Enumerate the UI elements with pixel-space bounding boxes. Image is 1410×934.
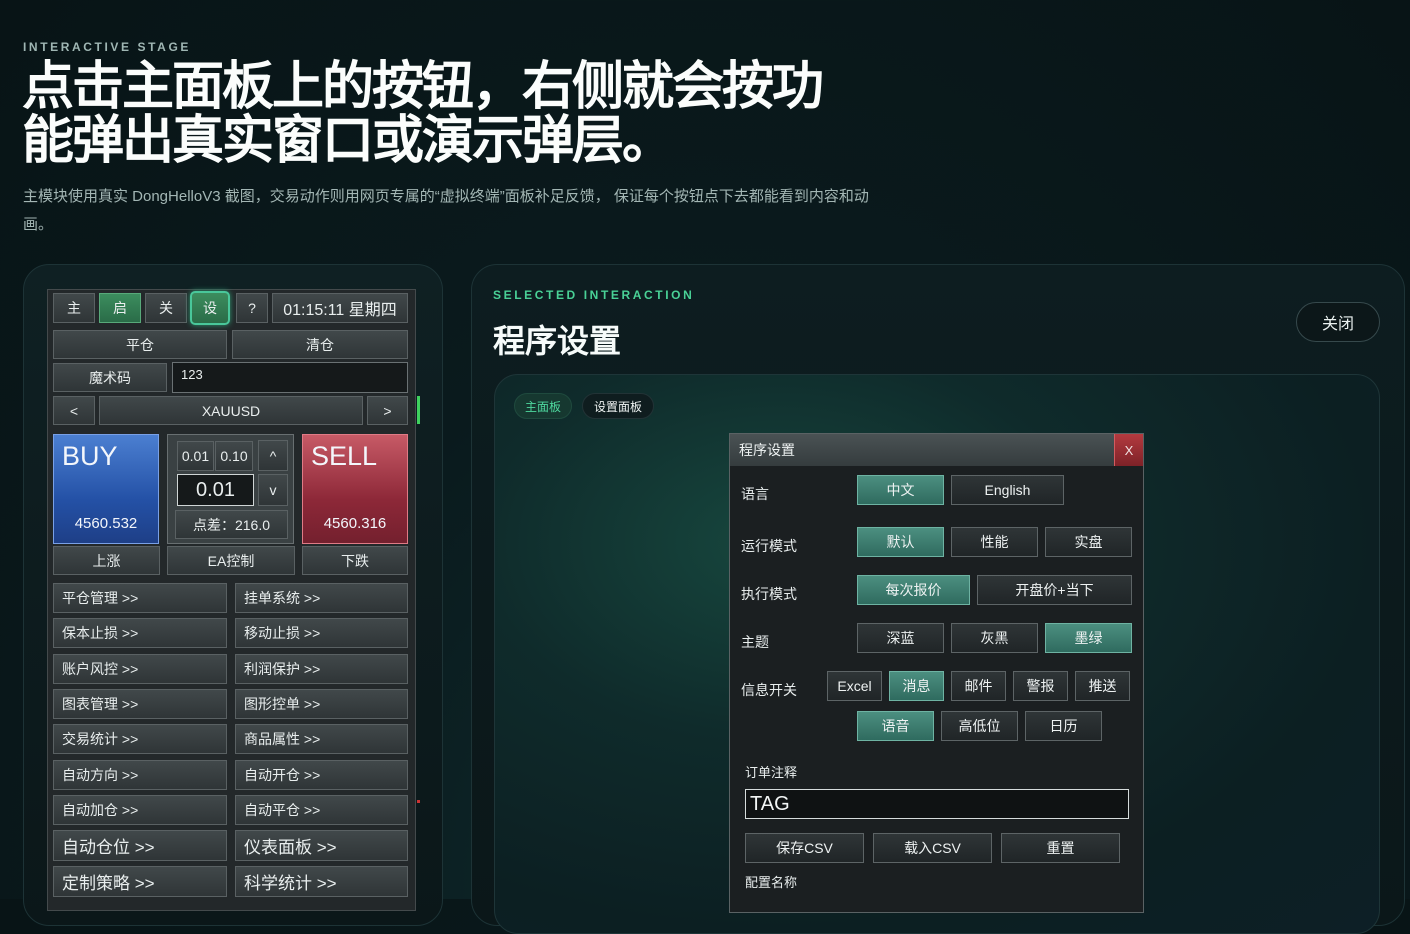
config-name-label: 配置名称 bbox=[745, 875, 798, 890]
order-comment-label: 订单注释 bbox=[745, 765, 798, 780]
lot-preset-medium[interactable]: 0.10 bbox=[215, 441, 253, 471]
menu-custom-strategy[interactable]: 定制策略 >> bbox=[53, 866, 227, 897]
symbol-display: XAUUSD bbox=[99, 396, 363, 425]
menu-scientific-stats[interactable]: 科学统计 >> bbox=[235, 866, 408, 897]
info-alert-option[interactable]: 警报 bbox=[1013, 671, 1068, 701]
lot-preset-small[interactable]: 0.01 bbox=[177, 441, 214, 471]
spread-display: 点差：216.0 bbox=[175, 510, 288, 539]
menu-graphic-orders[interactable]: 图形控单 >> bbox=[235, 689, 408, 719]
run-mode-default-option[interactable]: 默认 bbox=[857, 527, 944, 557]
info-message-option[interactable]: 消息 bbox=[889, 671, 944, 701]
stop-button[interactable]: 关 bbox=[145, 293, 187, 323]
exec-mode-label: 执行模式 bbox=[741, 586, 797, 602]
sell-price: 4560.316 bbox=[323, 515, 387, 532]
settings-button[interactable]: 设 bbox=[190, 291, 230, 325]
buy-button[interactable]: BUY 4560.532 bbox=[53, 434, 159, 544]
menu-trade-stats[interactable]: 交易统计 >> bbox=[53, 724, 227, 754]
menu-auto-add[interactable]: 自动加仓 >> bbox=[53, 795, 227, 825]
chart-edge-mark bbox=[417, 396, 420, 424]
theme-label: 主题 bbox=[741, 634, 769, 650]
menu-auto-position[interactable]: 自动仓位 >> bbox=[53, 830, 227, 861]
language-chinese-option[interactable]: 中文 bbox=[857, 475, 944, 505]
info-excel-option[interactable]: Excel bbox=[827, 671, 882, 701]
headline-line-2: 能弹出真实窗口或演示弹层。 bbox=[22, 111, 674, 171]
magic-number-label: 魔术码 bbox=[53, 363, 167, 392]
run-mode-label: 运行模式 bbox=[741, 538, 797, 554]
ea-control-button[interactable]: EA控制 bbox=[167, 546, 295, 575]
selected-title: 程序设置 bbox=[493, 323, 622, 359]
buy-price: 4560.532 bbox=[74, 515, 138, 532]
run-mode-live-option[interactable]: 实盘 bbox=[1045, 527, 1132, 557]
lot-input[interactable]: 0.01 bbox=[177, 474, 254, 506]
close-button[interactable]: 关闭 bbox=[1296, 302, 1380, 342]
language-english-option[interactable]: English bbox=[951, 475, 1064, 505]
menu-auto-direction[interactable]: 自动方向 >> bbox=[53, 760, 227, 790]
page-subtitle: 主模块使用真实 DongHelloV3 截图，交易动作则用网页专属的“虚拟终端”… bbox=[23, 188, 869, 233]
info-high-low-option[interactable]: 高低位 bbox=[941, 711, 1018, 741]
theme-gray-black-option[interactable]: 灰黑 bbox=[951, 623, 1038, 653]
menu-symbol-properties[interactable]: 商品属性 >> bbox=[235, 724, 408, 754]
tab-settings-panel[interactable]: 设置面板 bbox=[582, 393, 654, 419]
buy-label: BUY bbox=[62, 441, 118, 471]
theme-deep-blue-option[interactable]: 深蓝 bbox=[857, 623, 944, 653]
dialog-title: 程序设置 bbox=[730, 434, 1114, 466]
menu-account-risk[interactable]: 账户风控 >> bbox=[53, 654, 227, 684]
run-mode-performance-option[interactable]: 性能 bbox=[951, 527, 1038, 557]
info-email-option[interactable]: 邮件 bbox=[951, 671, 1006, 701]
menu-profit-protection[interactable]: 利润保护 >> bbox=[235, 654, 408, 684]
menu-auto-open[interactable]: 自动开仓 >> bbox=[235, 760, 408, 790]
theme-ink-green-option[interactable]: 墨绿 bbox=[1045, 623, 1132, 653]
info-switch-label: 信息开关 bbox=[741, 682, 797, 698]
menu-chart-management[interactable]: 图表管理 >> bbox=[53, 689, 227, 719]
tab-main-panel[interactable]: 主面板 bbox=[514, 393, 572, 419]
sell-label: SELL bbox=[311, 441, 378, 471]
sell-button[interactable]: SELL 4560.316 bbox=[302, 434, 408, 544]
menu-pending-orders[interactable]: 挂单系统 >> bbox=[235, 583, 408, 613]
menu-auto-close[interactable]: 自动平仓 >> bbox=[235, 795, 408, 825]
headline-line-1: 点击主面板上的按钮，右侧就会按功 bbox=[22, 57, 824, 117]
magic-number-input[interactable]: 123 bbox=[172, 362, 408, 393]
close-position-button[interactable]: 平仓 bbox=[53, 330, 227, 359]
lot-increase-button[interactable]: ^ bbox=[258, 440, 288, 471]
load-csv-button[interactable]: 载入CSV bbox=[873, 833, 992, 863]
menu-dashboard[interactable]: 仪表面板 >> bbox=[235, 830, 408, 861]
reset-button[interactable]: 重置 bbox=[1001, 833, 1120, 863]
info-push-option[interactable]: 推送 bbox=[1075, 671, 1130, 701]
menu-breakeven-stop[interactable]: 保本止损 >> bbox=[53, 618, 227, 648]
info-voice-option[interactable]: 语音 bbox=[857, 711, 934, 741]
language-label: 语言 bbox=[741, 486, 769, 502]
main-button[interactable]: 主 bbox=[53, 293, 95, 323]
exec-mode-every-tick-option[interactable]: 每次报价 bbox=[857, 575, 970, 605]
chart-edge-mark-red bbox=[417, 800, 420, 803]
save-csv-button[interactable]: 保存CSV bbox=[745, 833, 864, 863]
next-symbol-button[interactable]: > bbox=[367, 396, 408, 425]
info-calendar-option[interactable]: 日历 bbox=[1025, 711, 1102, 741]
selected-eyebrow: SELECTED INTERACTION bbox=[493, 288, 695, 302]
clock-display: 01:15:11 星期四 bbox=[272, 293, 408, 323]
help-button[interactable]: ? bbox=[236, 293, 268, 323]
eyebrow: INTERACTIVE STAGE bbox=[23, 40, 191, 54]
clear-positions-button[interactable]: 清仓 bbox=[232, 330, 408, 359]
fall-button[interactable]: 下跌 bbox=[302, 546, 408, 575]
rise-button[interactable]: 上涨 bbox=[53, 546, 160, 575]
order-comment-input[interactable]: TAG bbox=[745, 789, 1129, 819]
dialog-close-icon[interactable]: X bbox=[1114, 434, 1143, 466]
lot-decrease-button[interactable]: v bbox=[258, 474, 288, 506]
start-button[interactable]: 启 bbox=[99, 293, 141, 323]
menu-trailing-stop[interactable]: 移动止损 >> bbox=[235, 618, 408, 648]
menu-close-management[interactable]: 平仓管理 >> bbox=[53, 583, 227, 613]
page-headline: 点击主面板上的按钮，右侧就会按功 能弹出真实窗口或演示弹层。 bbox=[22, 60, 902, 168]
prev-symbol-button[interactable]: < bbox=[53, 396, 95, 425]
exec-mode-open-price-option[interactable]: 开盘价+当下 bbox=[977, 575, 1132, 605]
